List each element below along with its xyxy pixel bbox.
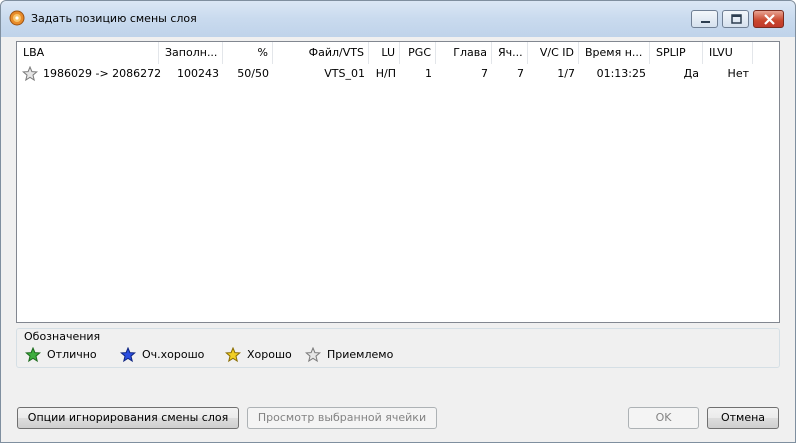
column-header-ilvu[interactable]: ILVU bbox=[703, 42, 753, 64]
cell-filled: 100243 bbox=[177, 67, 219, 80]
cell-lu: Н/П bbox=[375, 67, 396, 80]
cell-chapter: 7 bbox=[481, 67, 488, 80]
minimize-button[interactable] bbox=[691, 10, 718, 28]
cell-splip: Да bbox=[683, 67, 699, 80]
close-button[interactable] bbox=[753, 10, 784, 28]
legend-item-excellent: Отлично bbox=[25, 346, 115, 364]
cell-percent: 50/50 bbox=[237, 67, 269, 80]
legend-group: Обозначения Отлично Оч.хорошо Хорошо При… bbox=[16, 328, 780, 368]
column-header-percent[interactable]: % bbox=[223, 42, 273, 64]
column-header-lba[interactable]: LBA bbox=[17, 42, 159, 64]
close-icon bbox=[764, 14, 775, 25]
cell-cell: 7 bbox=[517, 67, 524, 80]
cell-lba: 1986029 -> 2086272 bbox=[43, 67, 161, 80]
column-header-chapter[interactable]: Глава bbox=[436, 42, 492, 64]
column-header-file-vts[interactable]: Файл/VTS bbox=[273, 42, 369, 64]
minimize-icon bbox=[701, 21, 710, 23]
legend-item-good: Хорошо bbox=[225, 346, 310, 364]
table-row[interactable]: 1986029 -> 2086272 100243 50/50 VTS_01 Н… bbox=[17, 65, 779, 82]
green-star-icon bbox=[25, 347, 41, 363]
view-selected-cell-button[interactable]: Просмотр выбранной ячейки bbox=[247, 407, 437, 429]
ignore-options-button[interactable]: Опции игнорирования смены слоя bbox=[17, 407, 239, 429]
list-header: LBA Заполн... % Файл/VTS LU PGC Глава Яч… bbox=[17, 42, 779, 64]
column-header-lu[interactable]: LU bbox=[369, 42, 400, 64]
column-header-filled[interactable]: Заполн... bbox=[159, 42, 223, 64]
column-header-cell[interactable]: Яч... bbox=[492, 42, 528, 64]
column-header-start-time[interactable]: Время н... bbox=[579, 42, 650, 64]
column-header-pgc[interactable]: PGC bbox=[400, 42, 436, 64]
legend-title: Обозначения bbox=[24, 330, 101, 343]
dialog-client-area: LBA Заполн... % Файл/VTS LU PGC Глава Яч… bbox=[8, 37, 788, 435]
app-disc-icon bbox=[9, 10, 25, 26]
title-bar[interactable]: Задать позицию смены слоя bbox=[1, 1, 795, 37]
maximize-icon bbox=[731, 14, 742, 24]
cell-file-vts: VTS_01 bbox=[324, 67, 365, 80]
legend-item-acceptable: Приемлемо bbox=[305, 346, 415, 364]
column-header-splip[interactable]: SPLIP bbox=[650, 42, 703, 64]
blue-star-icon bbox=[120, 347, 136, 363]
legend-label-excellent: Отлично bbox=[47, 348, 97, 361]
legend-label-acceptable: Приемлемо bbox=[327, 348, 394, 361]
legend-label-good: Хорошо bbox=[247, 348, 292, 361]
column-header-vc-id[interactable]: V/C ID bbox=[528, 42, 579, 64]
cell-pgc: 1 bbox=[425, 67, 432, 80]
window-title: Задать позицию смены слоя bbox=[31, 12, 197, 25]
yellow-star-icon bbox=[225, 347, 241, 363]
gray-star-icon bbox=[305, 347, 321, 363]
ok-button[interactable]: OK bbox=[628, 407, 699, 429]
layer-break-list[interactable]: LBA Заполн... % Файл/VTS LU PGC Глава Яч… bbox=[16, 41, 780, 323]
gray-star-icon bbox=[22, 66, 38, 82]
cancel-button[interactable]: Отмена bbox=[707, 407, 779, 429]
cell-ilvu: Нет bbox=[727, 67, 749, 80]
legend-label-very-good: Оч.хорошо bbox=[142, 348, 205, 361]
maximize-button[interactable] bbox=[722, 10, 749, 28]
legend-item-very-good: Оч.хорошо bbox=[120, 346, 220, 364]
cell-start-time: 01:13:25 bbox=[596, 67, 646, 80]
dialog-window: Задать позицию смены слоя LBA Заполн... … bbox=[0, 0, 796, 443]
cell-vc-id: 1/7 bbox=[557, 67, 575, 80]
